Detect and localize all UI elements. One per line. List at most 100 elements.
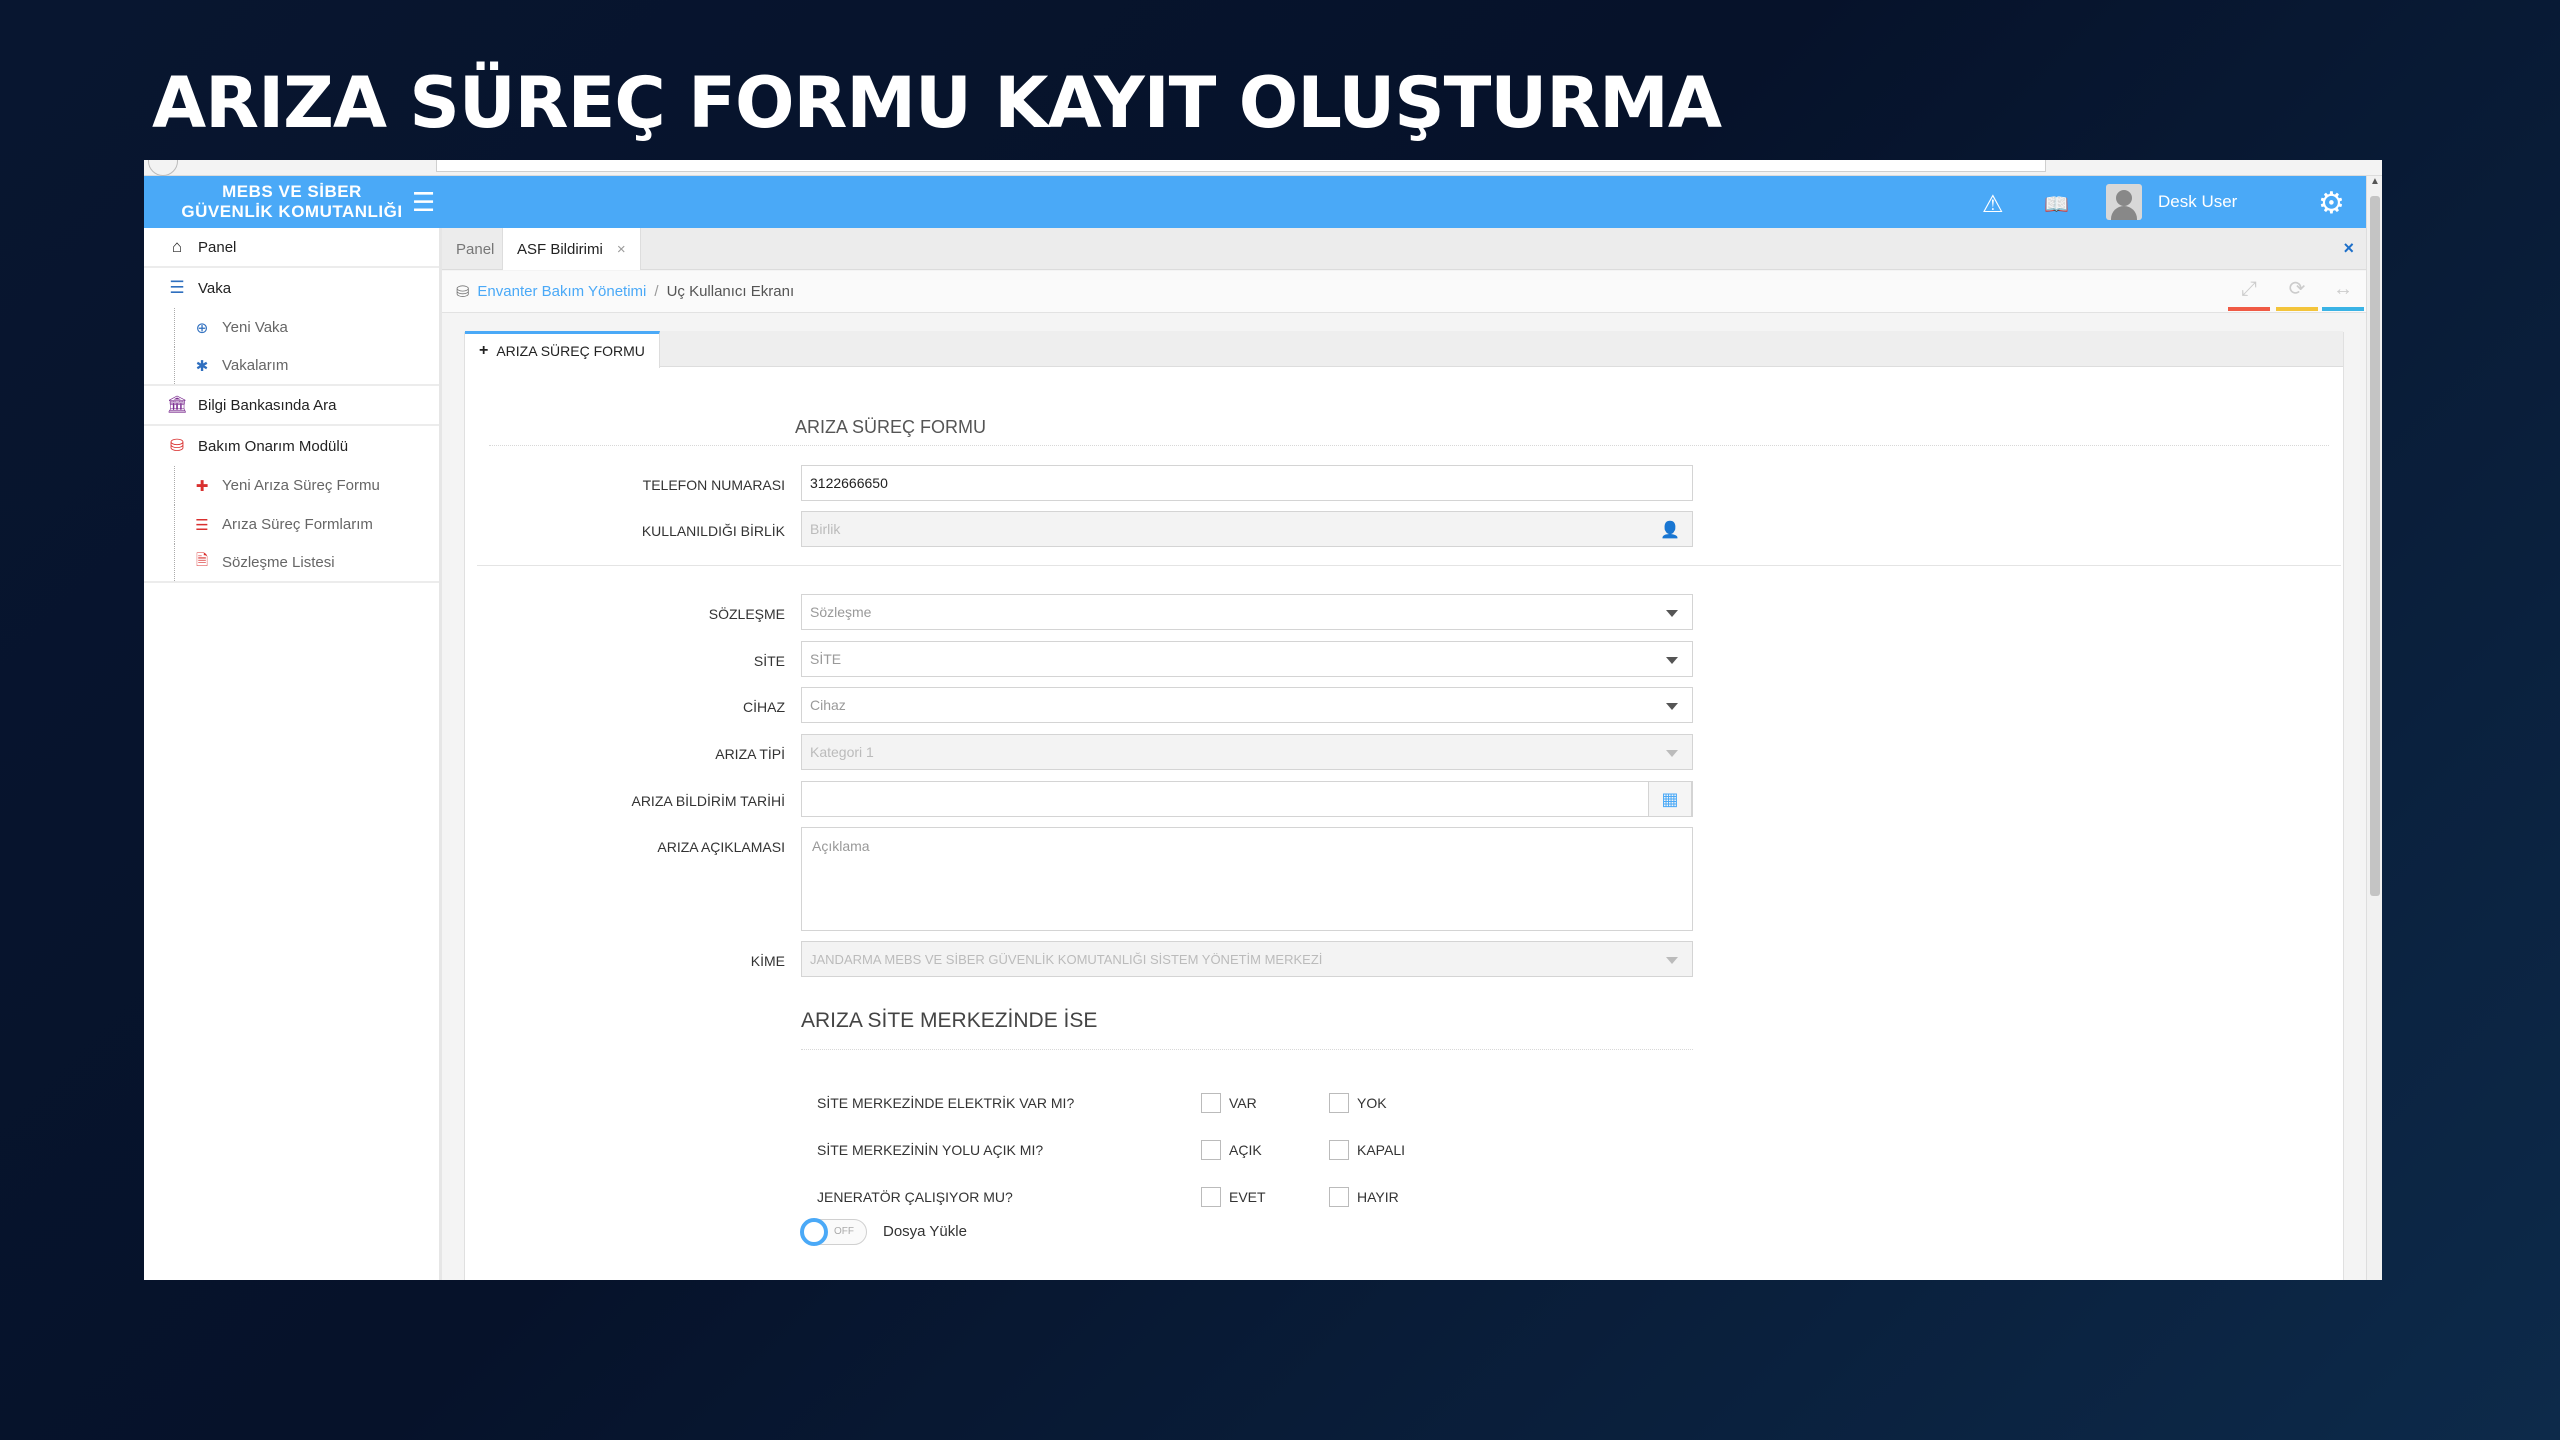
tab-panel[interactable]: Panel	[442, 228, 508, 270]
sidebar: ⌂ Panel ☰ Vaka ⊕ Yeni Vaka ✱ Vakalarım 🏛…	[144, 228, 442, 1280]
breadcrumb-current: Uç Kullanıcı Ekranı	[666, 283, 795, 300]
page-scrollbar[interactable]: ▲	[2366, 176, 2382, 1280]
tab-label: ASF Bildirimi	[517, 240, 603, 258]
brand-line-1: MEBS VE SİBER	[222, 182, 362, 201]
main-content: Panel ASF Bildirimi × × ⛁ Envanter Bakım…	[442, 228, 2366, 1280]
chevron-down-icon	[1666, 610, 1678, 617]
sidebar-item-vakalarim[interactable]: ✱ Vakalarım	[144, 347, 439, 386]
refresh-icon[interactable]: ⟳	[2276, 271, 2318, 313]
file-icon: 🗎	[195, 552, 209, 569]
report-date-field[interactable]: ▦	[801, 781, 1693, 817]
sidebar-item-panel[interactable]: ⌂ Panel	[144, 228, 439, 268]
app-screenshot: MEBS VE SİBER GÜVENLİK KOMUTANLIĞI ☰ ⚠ 📖…	[144, 160, 2382, 1280]
chevron-down-icon	[1666, 750, 1678, 757]
scrollbar-thumb[interactable]	[2370, 196, 2380, 896]
sidebar-item-bilgi-bankasi[interactable]: 🏛 Bilgi Bankasında Ara	[144, 386, 439, 426]
close-icon[interactable]: ×	[617, 241, 626, 258]
sidebar-item-label: Yeni Vaka	[222, 319, 288, 336]
form-title: ARIZA SÜREÇ FORMU	[795, 417, 987, 437]
menu-icon[interactable]: ☰	[412, 189, 435, 215]
sidebar-item-label: Yeni Arıza Süreç Formu	[222, 477, 380, 494]
tab-ariza-sürec-formu[interactable]: + ARIZA SÜREÇ FORMU	[465, 331, 660, 368]
tab-bar: Panel ASF Bildirimi × ×	[442, 228, 2366, 270]
breadcrumb-separator: /	[654, 283, 659, 300]
list-icon: ☰	[169, 278, 185, 297]
avatar[interactable]	[2106, 184, 2142, 220]
form-panel: + ARIZA SÜREÇ FORMU ARIZA SÜREÇ FORMU TE…	[464, 331, 2344, 1280]
phone-field[interactable]: 3122666650	[801, 465, 1693, 501]
checkbox-electricity-yes[interactable]	[1201, 1093, 1221, 1113]
plus-icon: +	[479, 342, 489, 359]
panel-tab-label: ARIZA SÜREÇ FORMU	[496, 343, 645, 359]
plus-circle-icon: ⊕	[195, 319, 209, 337]
device-placeholder: Cihaz	[810, 697, 846, 713]
bank-icon: 🏛	[166, 395, 188, 414]
upload-toggle-label: Dosya Yükle	[883, 1223, 967, 1240]
book-icon[interactable]: 📖	[2044, 192, 2069, 217]
toggle-knob	[800, 1218, 828, 1246]
user-name[interactable]: Desk User	[2158, 192, 2237, 212]
device-select[interactable]: Cihaz	[801, 687, 1693, 723]
sidebar-item-label: Bilgi Bankasında Ara	[198, 396, 337, 414]
scroll-up-icon[interactable]: ▲	[2370, 176, 2380, 187]
contract-select[interactable]: Sözleşme	[801, 594, 1693, 630]
chevron-down-icon	[1666, 657, 1678, 664]
sidebar-item-sozlesme-listesi[interactable]: 🗎 Sözleşme Listesi	[144, 544, 439, 583]
tab-asf-bildirimi[interactable]: ASF Bildirimi ×	[502, 228, 641, 270]
address-bar[interactable]	[436, 160, 2046, 172]
divider	[489, 445, 2329, 446]
tab-label: Panel	[456, 240, 495, 258]
unit-field[interactable]: Birlik 👤	[801, 511, 1693, 547]
contract-placeholder: Sözleşme	[810, 604, 872, 620]
sidebar-item-vaka[interactable]: ☰ Vaka	[144, 268, 439, 308]
slide-title: ARIZA SÜREÇ FORMU KAYIT OLUŞTURMA	[152, 62, 1722, 144]
site-section-title: ARIZA SİTE MERKEZİNDE İSE	[801, 1009, 1098, 1032]
description-placeholder: Açıklama	[812, 838, 870, 854]
sidebar-item-ariza-formlarim[interactable]: ☰ Arıza Süreç Formlarım	[144, 505, 439, 544]
toggle-state: OFF	[834, 1226, 854, 1237]
user-icon: 👤	[1660, 522, 1680, 539]
checkbox-generator-yes[interactable]	[1201, 1187, 1221, 1207]
browser-back-button[interactable]	[148, 160, 178, 176]
brand-logo[interactable]: MEBS VE SİBER GÜVENLİK KOMUTANLIĞI	[144, 176, 440, 228]
checkbox-label: AÇIK	[1229, 1142, 1262, 1158]
checkbox-generator-no[interactable]	[1329, 1187, 1349, 1207]
fullscreen-icon[interactable]: ⤢	[2228, 271, 2270, 313]
breadcrumb-link[interactable]: Envanter Bakım Yönetimi	[477, 283, 646, 300]
question-road: SİTE MERKEZİNİN YOLU AÇIK MI?	[817, 1142, 1044, 1158]
checkbox-label: EVET	[1229, 1189, 1266, 1205]
phone-label: TELEFON NUMARASI	[642, 477, 785, 493]
breadcrumb: ⛁ Envanter Bakım Yönetimi / Uç Kullanıcı…	[442, 271, 2366, 313]
unit-label: KULLANILDIĞI BİRLİK	[641, 523, 785, 539]
phone-value: 3122666650	[810, 475, 888, 491]
description-textarea[interactable]: Açıklama	[801, 827, 1693, 931]
checkbox-label: HAYIR	[1357, 1189, 1399, 1205]
checkbox-label: KAPALI	[1357, 1142, 1405, 1158]
sidebar-item-yeni-ariza-formu[interactable]: ✚ Yeni Arıza Süreç Formu	[144, 466, 439, 505]
fault-type-select[interactable]: Kategori 1	[801, 734, 1693, 770]
resize-icon[interactable]: ↔	[2322, 271, 2364, 313]
site-select[interactable]: SİTE	[801, 641, 1693, 677]
checkbox-electricity-no[interactable]	[1329, 1093, 1349, 1113]
close-all-tabs-icon[interactable]: ×	[2343, 238, 2354, 259]
sidebar-item-bakim-onarim[interactable]: ⛁ Bakım Onarım Modülü	[144, 426, 439, 466]
checkbox-road-open[interactable]	[1201, 1140, 1221, 1160]
sidebar-item-yeni-vaka[interactable]: ⊕ Yeni Vaka	[144, 308, 439, 347]
unit-placeholder: Birlik	[810, 521, 841, 537]
checkbox-road-closed[interactable]	[1329, 1140, 1349, 1160]
calendar-icon[interactable]: ▦	[1648, 781, 1692, 817]
warning-icon[interactable]: ⚠	[1982, 190, 2004, 219]
sidebar-item-label: Panel	[198, 238, 237, 256]
description-label: ARIZA AÇIKLAMASI	[657, 839, 785, 855]
sidebar-item-label: Sözleşme Listesi	[222, 554, 335, 571]
site-placeholder: SİTE	[810, 651, 842, 667]
gear-icon[interactable]: ⚙	[2318, 186, 2345, 221]
to-select[interactable]: JANDARMA MEBS VE SİBER GÜVENLİK KOMUTANL…	[801, 941, 1693, 977]
device-label: CİHAZ	[743, 699, 785, 715]
sidebar-item-label: Bakım Onarım Modülü	[198, 437, 349, 455]
contract-label: SÖZLEŞME	[708, 606, 785, 622]
list-icon: ☰	[195, 516, 209, 534]
sidebar-item-label: Vakalarım	[222, 357, 289, 374]
upload-toggle[interactable]: OFF	[800, 1218, 867, 1246]
home-icon: ⌂	[171, 237, 183, 256]
